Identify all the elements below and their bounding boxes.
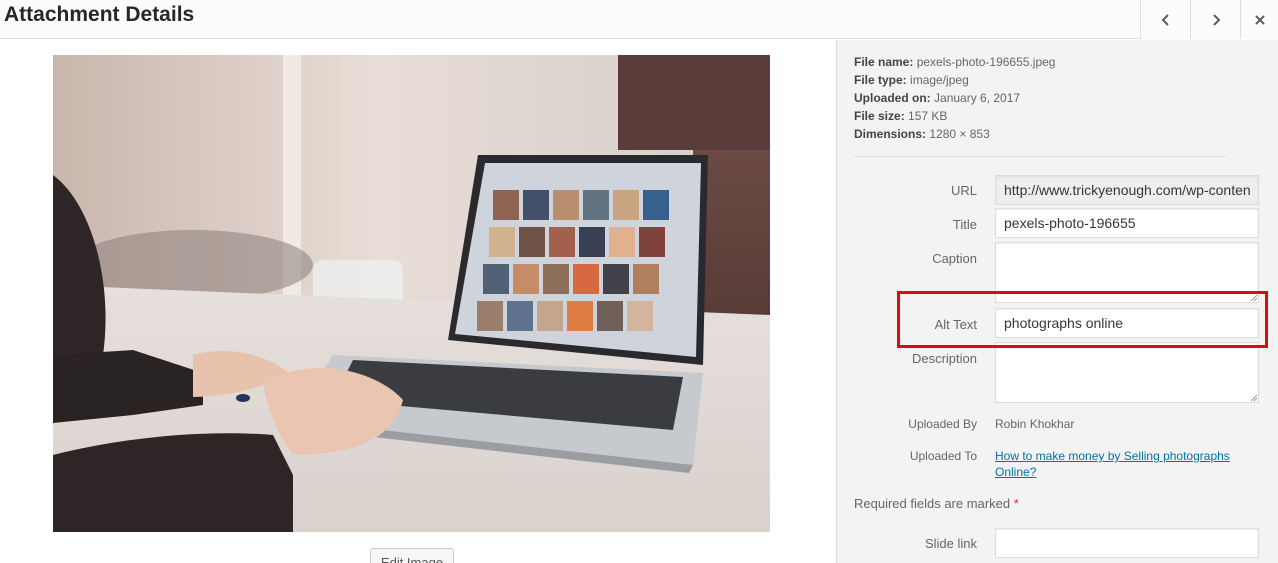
resize-handle-icon[interactable] [1250, 294, 1258, 302]
description-label: Description [911, 351, 977, 366]
description-wrapper [995, 342, 1259, 403]
next-button[interactable] [1190, 0, 1240, 39]
file-name-label: File name: [854, 55, 914, 69]
url-label: URL [950, 183, 977, 198]
url-field[interactable] [995, 175, 1259, 205]
modal-header: Attachment Details [0, 0, 1278, 39]
uploaded-on-label: Uploaded on: [854, 91, 931, 105]
file-name-value: pexels-photo-196655.jpeg [916, 55, 1056, 69]
required-fields-note: Required fields are marked * [854, 496, 1019, 511]
slide-link-field[interactable] [995, 528, 1259, 558]
caption-wrapper [995, 242, 1259, 303]
chevron-right-icon [1212, 13, 1220, 26]
slide-link-label: Slide link [924, 536, 977, 551]
file-type-row: File type: image/jpeg [854, 71, 1055, 89]
uploaded-to-label: Uploaded To [909, 449, 977, 463]
alt-text-label: Alt Text [934, 317, 977, 332]
uploaded-on-row: Uploaded on: January 6, 2017 [854, 89, 1055, 107]
file-type-value: image/jpeg [910, 73, 969, 87]
uploaded-by-label: Uploaded By [908, 417, 977, 431]
file-name-row: File name: pexels-photo-196655.jpeg [854, 53, 1055, 71]
details-divider [854, 156, 1226, 157]
modal-title: Attachment Details [4, 3, 195, 26]
title-field[interactable] [995, 208, 1259, 238]
close-button[interactable] [1240, 0, 1278, 39]
resize-handle-icon[interactable] [1250, 394, 1258, 402]
alt-text-field[interactable] [995, 308, 1259, 338]
edit-image-button[interactable]: Edit Image [370, 548, 454, 563]
attachment-preview: Edit Image [0, 40, 836, 563]
required-note-text: Required fields are marked [854, 496, 1011, 511]
file-details: File name: pexels-photo-196655.jpeg File… [854, 53, 1055, 143]
caption-label: Caption [932, 251, 977, 266]
dimensions-row: Dimensions: 1280 × 853 [854, 125, 1055, 143]
close-icon [1254, 14, 1265, 25]
dimensions-label: Dimensions: [854, 127, 927, 141]
uploaded-on-value: January 6, 2017 [934, 91, 1021, 105]
dimensions-value: 1280 × 853 [929, 127, 990, 141]
uploaded-by-value: Robin Khokhar [995, 417, 1075, 431]
file-size-label: File size: [854, 109, 905, 123]
required-star: * [1013, 496, 1019, 511]
caption-field[interactable] [995, 242, 1259, 303]
description-field[interactable] [995, 342, 1259, 403]
file-size-row: File size: 157 KB [854, 107, 1055, 125]
title-label: Title [952, 217, 977, 232]
file-type-label: File type: [854, 73, 907, 87]
chevron-left-icon [1161, 13, 1169, 26]
file-size-value: 157 KB [908, 109, 948, 123]
attachment-image [53, 55, 770, 532]
uploaded-to-link[interactable]: How to make money by Selling photographs… [995, 448, 1245, 480]
previous-button[interactable] [1140, 0, 1190, 39]
attachment-info-sidebar: File name: pexels-photo-196655.jpeg File… [836, 40, 1278, 563]
